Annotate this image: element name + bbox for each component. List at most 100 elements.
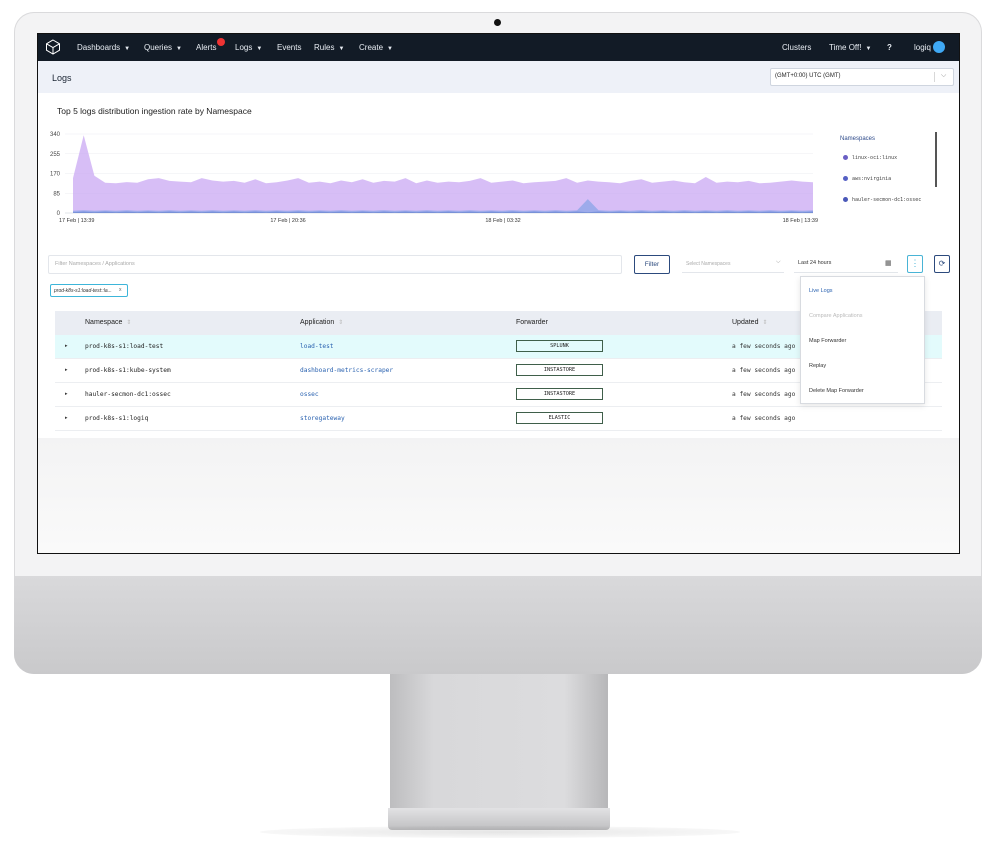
more-options-button[interactable]: ⋮: [907, 255, 923, 273]
calendar-icon: ▦: [885, 260, 892, 267]
application-link[interactable]: storegateway: [300, 415, 345, 422]
namespace-cell: hauler-secmon-dc1:ossec: [85, 391, 171, 398]
filter-button[interactable]: Filter: [634, 255, 670, 274]
caret-down-icon: ▼: [387, 46, 393, 52]
application-link[interactable]: dashboard-metrics-scraper: [300, 367, 393, 374]
namespace-cell: prod-k8s-s1:load-test: [85, 343, 164, 350]
expand-icon[interactable]: ▸: [65, 367, 68, 373]
nav-clusters[interactable]: Clusters: [782, 43, 811, 52]
caret-down-icon: ▼: [338, 46, 345, 52]
chip-label: prod-k8s-s1:load-test::la...: [54, 288, 112, 294]
nav-time-off[interactable]: Time Off! ▼: [829, 43, 871, 52]
refresh-icon[interactable]: ⟳: [934, 255, 950, 273]
nav-time-off-label: Time Off!: [829, 43, 862, 52]
namespace-cell: prod-k8s-s1:kube-system: [85, 367, 171, 374]
nav-user[interactable]: logiq: [914, 43, 931, 52]
col-forwarder: Forwarder: [516, 319, 548, 326]
top-navbar: Dashboards ▼ Queries ▼ Alerts Logs ▼ Events…: [38, 34, 959, 61]
help-icon[interactable]: ?: [887, 43, 892, 52]
legend-item[interactable]: aws:nvirginia: [843, 176, 891, 182]
forwarder-badge: ELASTIC: [516, 412, 603, 424]
legend-scrollbar[interactable]: [935, 132, 937, 187]
updated-cell: a few seconds ago: [732, 415, 796, 422]
nav-queries-label: Queries: [144, 43, 173, 52]
legend-item[interactable]: linux-oci:linux: [843, 155, 897, 161]
sort-icon: ⇕: [126, 320, 132, 326]
application-link[interactable]: load-test: [300, 343, 334, 350]
col-application-label: Application: [300, 319, 335, 326]
area-series-1: [73, 135, 813, 213]
monitor-chin: [14, 576, 982, 674]
legend-dot: [843, 176, 848, 181]
y-tick-label: 170: [50, 172, 61, 178]
timezone-value: (GMT+0:00) UTC (GMT): [775, 73, 841, 79]
menu-item-delete-map-forwarder[interactable]: Delete Map Forwarder: [809, 388, 864, 394]
ingestion-area-chart: 0 85 170 255 340 17 Feb | 13:39 17 Feb | 20:36…: [50, 132, 818, 224]
col-namespace[interactable]: Namespace ⇕: [85, 319, 131, 326]
user-avatar[interactable]: [933, 41, 945, 53]
expand-icon[interactable]: ▸: [65, 415, 68, 421]
time-range-value: Last 24 hours: [798, 260, 832, 266]
nav-dashboards[interactable]: Dashboards ▼: [77, 43, 130, 52]
nav-create-label: Create: [359, 43, 384, 52]
legend-item[interactable]: hauler-secmon-dc1:ossec: [843, 197, 921, 203]
alerts-notification-badge: [217, 38, 225, 46]
close-icon[interactable]: x: [119, 287, 122, 293]
timezone-select[interactable]: (GMT+0:00) UTC (GMT) ⌵: [770, 68, 954, 86]
updated-cell: a few seconds ago: [732, 343, 796, 350]
y-tick-label: 85: [53, 191, 60, 197]
nav-events-label: Events: [277, 43, 302, 52]
menu-item-live-logs[interactable]: Live Logs: [809, 288, 833, 294]
cube-logo-icon[interactable]: [45, 39, 61, 55]
forwarder-badge: INSTASTORE: [516, 388, 603, 400]
camera-dot: [494, 19, 501, 26]
select-divider: [934, 72, 935, 82]
forwarder-badge: INSTASTORE: [516, 364, 603, 376]
nav-logs[interactable]: Logs ▼: [235, 43, 262, 52]
expand-icon[interactable]: ▸: [65, 391, 68, 397]
active-filter-chip[interactable]: prod-k8s-s1:load-test::la... x: [50, 284, 128, 297]
namespace-search-input[interactable]: Filter Namespaces / Applications: [48, 255, 622, 274]
menu-item-compare-applications[interactable]: Compare Applications: [809, 313, 863, 319]
updated-cell: a few seconds ago: [732, 391, 796, 398]
legend-label: hauler-secmon-dc1:ossec: [852, 197, 922, 203]
forwarder-badge: SPLUNK: [516, 340, 603, 352]
nav-events[interactable]: Events: [277, 43, 301, 52]
x-tick-label: 18 Feb | 13:39: [783, 218, 818, 224]
col-application[interactable]: Application ⇕: [300, 319, 343, 326]
chevron-down-icon: ⌵: [776, 259, 781, 265]
chevron-down-icon: ⌵: [941, 72, 947, 79]
x-tick-label: 17 Feb | 20:36: [270, 218, 305, 224]
screen-bottom-area: [38, 438, 959, 553]
namespace-cell: prod-k8s-s1:logiq: [85, 415, 149, 422]
nav-rules-label: Rules: [314, 43, 335, 52]
sort-icon: ⇕: [338, 320, 344, 326]
expand-icon[interactable]: ▸: [65, 343, 68, 349]
namespace-select[interactable]: Select Namespaces ⌵: [682, 255, 784, 273]
y-tick-label: 255: [50, 152, 61, 158]
page-title: Logs: [52, 73, 72, 83]
legend-label: aws:nvirginia: [852, 176, 892, 182]
col-namespace-label: Namespace: [85, 319, 123, 326]
col-updated[interactable]: Updated ⇕: [732, 319, 768, 326]
legend-dot: [843, 197, 848, 202]
menu-item-replay[interactable]: Replay: [809, 363, 826, 369]
namespace-placeholder: Select Namespaces: [686, 261, 731, 267]
nav-rules[interactable]: Rules ▼: [314, 43, 344, 52]
nav-alerts[interactable]: Alerts: [196, 43, 216, 52]
time-range-select[interactable]: Last 24 hours ▦: [794, 255, 898, 273]
y-tick-label: 340: [50, 132, 61, 138]
nav-queries[interactable]: Queries ▼: [144, 43, 182, 52]
caret-down-icon: ▼: [256, 46, 263, 52]
application-link[interactable]: ossec: [300, 391, 319, 398]
table-row[interactable]: ▸ prod-k8s-s1:logiq storegateway ELASTIC…: [55, 407, 942, 431]
page-header: Logs (GMT+0:00) UTC (GMT) ⌵: [38, 61, 959, 93]
menu-item-map-forwarder[interactable]: Map Forwarder: [809, 338, 846, 344]
search-placeholder: Filter Namespaces / Applications: [55, 261, 135, 267]
nav-dashboards-label: Dashboards: [77, 43, 121, 52]
monitor-screen: Dashboards ▼ Queries ▼ Alerts Logs ▼ Events…: [37, 33, 960, 554]
x-tick-label: 18 Feb | 03:32: [485, 218, 520, 224]
chart-title: Top 5 logs distribution ingestion rate b…: [57, 106, 252, 116]
nav-create[interactable]: Create ▼: [359, 43, 393, 52]
sort-icon: ⇕: [762, 320, 768, 326]
